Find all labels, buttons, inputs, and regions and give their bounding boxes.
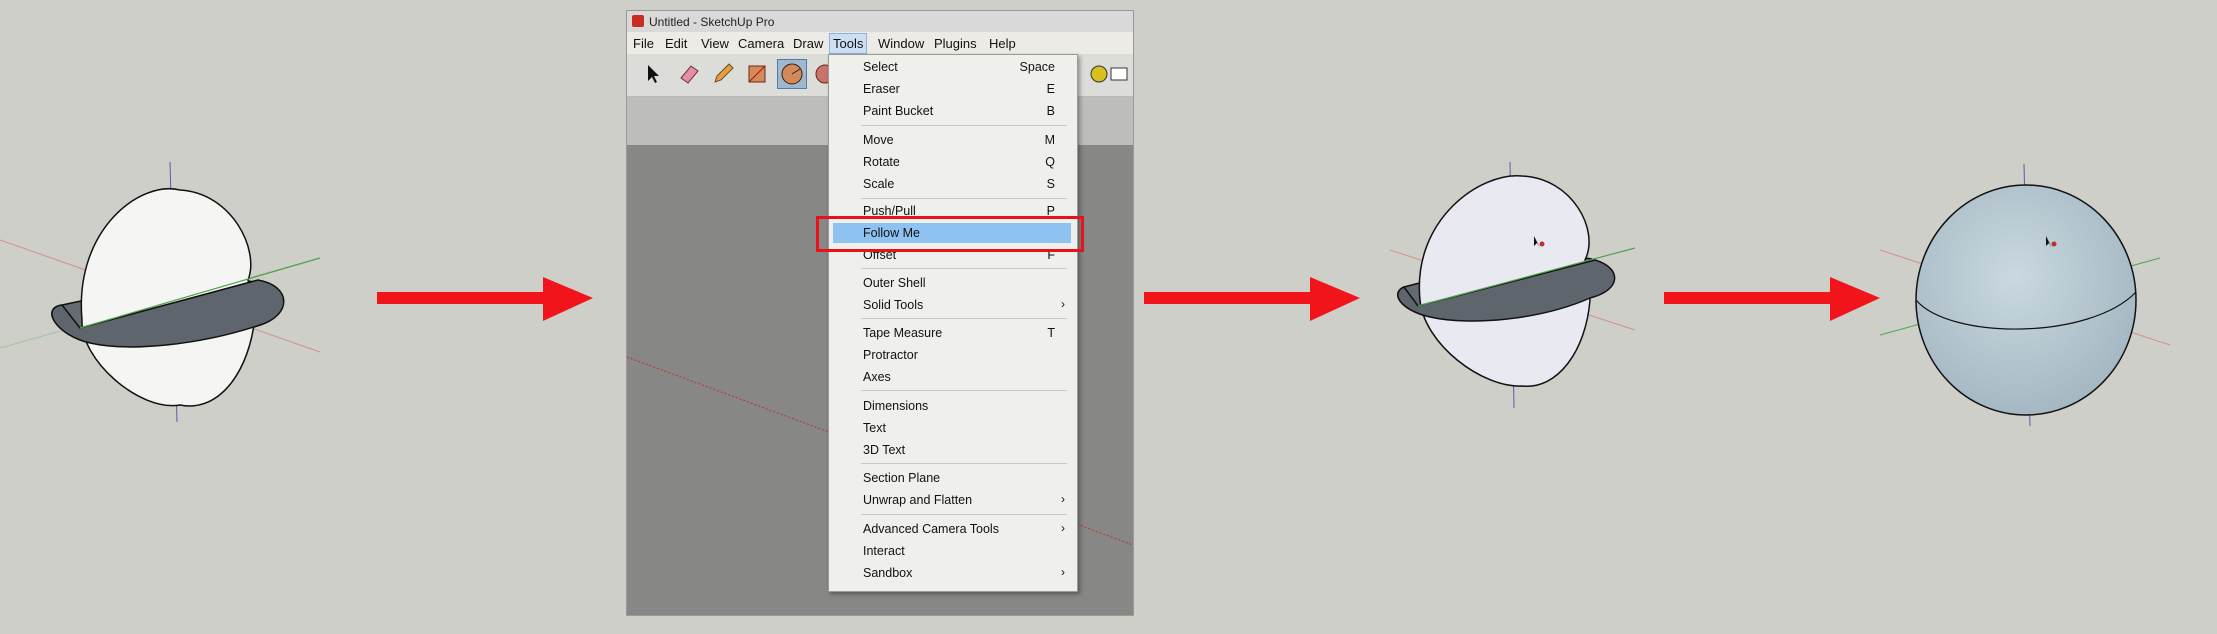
menu-bar: File Edit View Camera Draw Tools Window …	[627, 32, 1133, 54]
menu-item-section-plane[interactable]: Section Plane	[829, 468, 1075, 488]
menu-item-move[interactable]: Move M	[829, 130, 1075, 150]
arrow-shaft	[1144, 292, 1314, 304]
menu-draw[interactable]: Draw	[793, 36, 823, 51]
menu-item-sandbox[interactable]: Sandbox ›	[829, 563, 1075, 583]
menu-item-eraser[interactable]: Eraser E	[829, 79, 1075, 99]
menu-separator	[861, 463, 1067, 464]
step-arrow-3	[1664, 277, 1880, 321]
menu-item-axes[interactable]: Axes	[829, 367, 1075, 387]
menu-separator	[861, 198, 1067, 199]
menu-item-tape-measure[interactable]: Tape Measure T	[829, 323, 1075, 343]
eraser-icon[interactable]	[677, 62, 701, 86]
menu-item-protractor[interactable]: Protractor	[829, 345, 1075, 365]
arrow-shaft	[1664, 292, 1834, 304]
sketchup-app-icon	[632, 15, 644, 27]
tools-dropdown-menu: Select Space Eraser E Paint Bucket B Move M …	[828, 54, 1078, 592]
menu-item-interact[interactable]: Interact	[829, 541, 1075, 561]
arrow-head	[1310, 277, 1360, 321]
menu-plugins[interactable]: Plugins	[934, 36, 977, 51]
window-title: Untitled - SketchUp Pro	[649, 15, 775, 29]
menu-item-outer-shell[interactable]: Outer Shell	[829, 273, 1075, 293]
select-arrow-icon[interactable]	[641, 62, 665, 86]
menu-item-scale[interactable]: Scale S	[829, 174, 1075, 194]
menu-help[interactable]: Help	[989, 36, 1016, 51]
menu-window[interactable]: Window	[878, 36, 924, 51]
menu-item-unwrap-and-flatten[interactable]: Unwrap and Flatten ›	[829, 490, 1075, 510]
follow-me-highlight-box	[816, 216, 1084, 252]
menu-item-text[interactable]: Text	[829, 418, 1075, 438]
menu-separator	[861, 514, 1067, 515]
circle-icon	[781, 63, 803, 85]
menu-separator	[861, 268, 1067, 269]
title-bar: Untitled - SketchUp Pro	[627, 11, 1133, 32]
submenu-arrow-icon: ›	[1061, 297, 1065, 311]
menu-view[interactable]: View	[701, 36, 729, 51]
submenu-arrow-icon: ›	[1061, 492, 1065, 506]
text-label-icon[interactable]	[1107, 62, 1131, 86]
sphere	[1915, 184, 2137, 416]
arrow-head	[543, 277, 593, 321]
menu-item-select[interactable]: Select Space	[829, 57, 1075, 77]
menu-tools[interactable]: Tools	[829, 33, 868, 54]
submenu-arrow-icon: ›	[1061, 565, 1065, 579]
menu-item-dimensions[interactable]: Dimensions	[829, 396, 1075, 416]
menu-item-paint-bucket[interactable]: Paint Bucket B	[829, 101, 1075, 121]
sphere-result-drawing	[1879, 163, 2171, 427]
menu-item-rotate[interactable]: Rotate Q	[829, 152, 1075, 172]
step-arrow-2	[1144, 277, 1360, 321]
step1-model	[0, 130, 340, 430]
step-arrow-1	[377, 277, 593, 321]
menu-item-advanced-camera-tools[interactable]: Advanced Camera Tools ›	[829, 519, 1075, 539]
menu-item-3d-text[interactable]: 3D Text	[829, 440, 1075, 460]
menu-file[interactable]: File	[633, 36, 654, 51]
step4-model	[1879, 160, 2180, 430]
rectangle-icon[interactable]	[745, 62, 769, 86]
menu-item-solid-tools[interactable]: Solid Tools ›	[829, 295, 1075, 315]
step3-model	[1389, 160, 1650, 420]
circle-tool-active[interactable]	[777, 59, 807, 89]
follow-me-in-progress-drawing	[1389, 161, 1636, 409]
menu-separator	[861, 125, 1067, 126]
menu-camera[interactable]: Camera	[738, 36, 784, 51]
menu-separator	[861, 390, 1067, 391]
pencil-icon[interactable]	[711, 62, 735, 86]
submenu-arrow-icon: ›	[1061, 521, 1065, 535]
arrow-head	[1830, 277, 1880, 321]
profile-and-path-drawing	[0, 161, 321, 423]
menu-edit[interactable]: Edit	[665, 36, 687, 51]
arrow-shaft	[377, 292, 547, 304]
menu-separator	[861, 318, 1067, 319]
